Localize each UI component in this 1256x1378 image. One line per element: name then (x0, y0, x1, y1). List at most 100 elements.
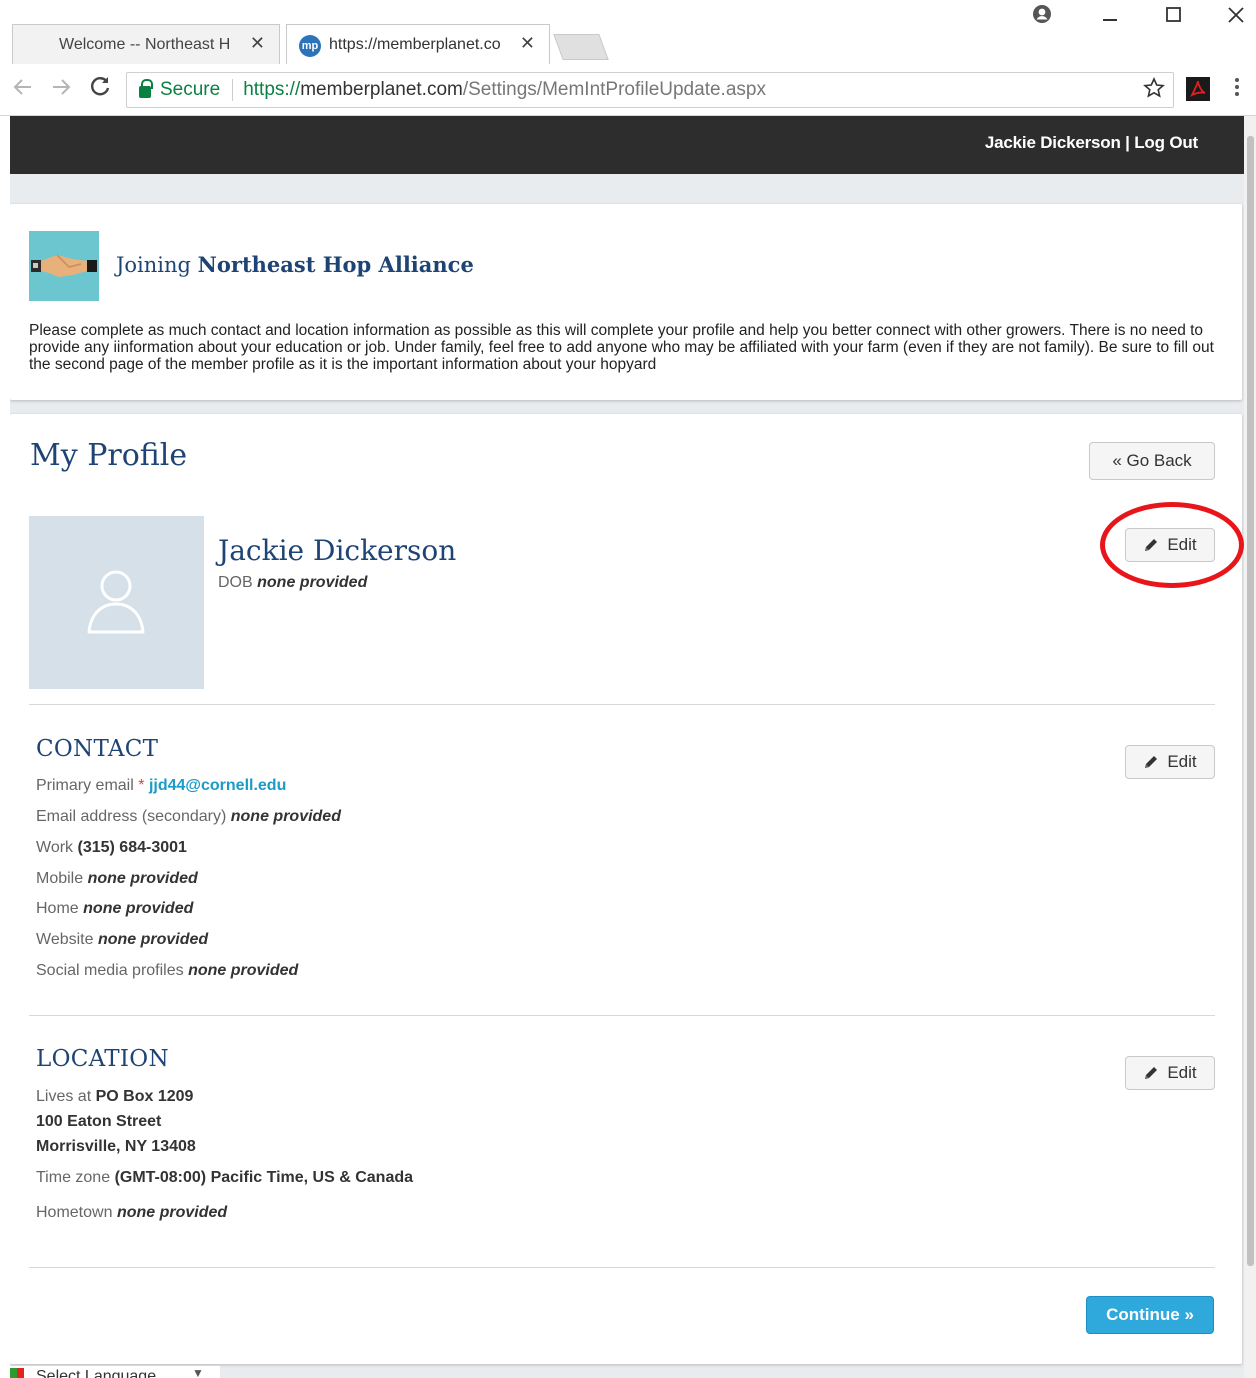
annotation-highlight-circle (1100, 502, 1244, 588)
contact-section-title: CONTACT (36, 736, 159, 762)
tab-title: Welcome -- Northeast H (59, 35, 231, 53)
tab-title: https://memberplanet.co (329, 35, 501, 53)
joining-title: Joining Northeast Hop Alliance (116, 252, 474, 277)
logout-link[interactable]: Log Out (1134, 133, 1198, 152)
new-tab-button[interactable] (553, 34, 609, 60)
mobile-label: Mobile (36, 870, 84, 887)
user-name-link[interactable]: Jackie Dickerson (985, 133, 1121, 152)
lock-icon (139, 79, 153, 98)
forward-arrow-icon[interactable] (50, 76, 72, 104)
language-selector[interactable]: Select Language ▼ (0, 1366, 220, 1378)
user-nav-separator: | (1120, 133, 1135, 152)
tab-welcome[interactable]: Welcome -- Northeast H ✕ (12, 24, 280, 64)
back-arrow-icon[interactable] (12, 76, 34, 104)
joining-card: Joining Northeast Hop Alliance Please co… (10, 204, 1242, 400)
url-host: memberplanet.com (300, 79, 463, 100)
joining-prefix: Joining (116, 253, 198, 277)
mobile-value: none provided (87, 870, 198, 887)
home-phone-row: Home none provided (36, 899, 193, 919)
work-phone-value: (315) 684-3001 (77, 839, 187, 856)
scrollbar-thumb[interactable] (1247, 136, 1254, 1266)
address-line-2-row: 100 Eaton Street (36, 1112, 161, 1132)
website-row: Website none provided (36, 930, 208, 950)
section-divider (29, 1015, 1215, 1016)
hometown-value: none provided (116, 1204, 228, 1221)
home-phone-value: none provided (83, 900, 194, 917)
secondary-email-value: none provided (230, 808, 341, 825)
profile-name: Jackie Dickerson (218, 534, 457, 567)
user-placeholder-icon (87, 570, 145, 634)
joining-description: Please complete as much contact and loca… (29, 322, 1214, 373)
required-mark: * (138, 777, 145, 794)
minimize-icon[interactable] (1090, 4, 1130, 30)
page-viewport: Jackie Dickerson | Log Out Joining North… (10, 116, 1244, 1378)
tab-close-icon[interactable]: ✕ (520, 33, 535, 54)
language-label: Select Language (36, 1368, 157, 1378)
timezone-row: Time zone (GMT-08:00) Pacific Time, US &… (36, 1168, 413, 1188)
secure-label: Secure (160, 79, 221, 100)
continue-button[interactable]: Continue » (1086, 1296, 1214, 1334)
address-line-1: PO Box 1209 (95, 1088, 194, 1105)
address-line-2: 100 Eaton Street (36, 1113, 162, 1130)
pdf-icon[interactable] (1186, 77, 1210, 101)
omnibox-separator (232, 79, 234, 101)
hometown-row: Hometown none provided (36, 1203, 227, 1223)
primary-email-row: Primary email * jjd44@cornell.edu (36, 776, 286, 796)
pencil-icon (1143, 754, 1159, 770)
section-divider (29, 704, 1215, 705)
menu-icon[interactable] (1234, 76, 1240, 104)
website-label: Website (36, 931, 94, 948)
page-title: My Profile (30, 438, 188, 473)
work-phone-row: Work (315) 684-3001 (36, 838, 187, 858)
section-divider (29, 1267, 1215, 1268)
site-top-bar: Jackie Dickerson | Log Out (10, 116, 1244, 174)
url-text[interactable]: https://memberplanet.com/Settings/MemInt… (243, 79, 766, 101)
flag-icon (10, 1368, 24, 1378)
timezone-value: (GMT-08:00) Pacific Time, US & Canada (114, 1169, 414, 1186)
primary-email-link[interactable]: jjd44@cornell.edu (149, 777, 286, 794)
social-media-label: Social media profiles (36, 962, 184, 979)
secondary-email-label: Email address (secondary) (36, 808, 227, 825)
memberplanet-favicon-icon: mp (299, 35, 321, 57)
timezone-label: Time zone (36, 1169, 111, 1186)
edit-contact-button[interactable]: Edit (1125, 745, 1215, 779)
dropdown-arrow-icon: ▼ (192, 1366, 204, 1378)
star-icon[interactable] (1143, 77, 1165, 105)
edit-label: Edit (1167, 752, 1197, 771)
tab-close-icon[interactable]: ✕ (250, 33, 265, 54)
url-path: /Settings/MemIntProfileUpdate.aspx (462, 79, 766, 100)
tab-memberplanet[interactable]: mp https://memberplanet.co ✕ (286, 24, 550, 64)
address-line-3: Morrisville, NY 13408 (36, 1138, 196, 1155)
browser-tab-strip: Welcome -- Northeast H ✕ mp https://memb… (0, 0, 1256, 64)
address-bar[interactable]: Secure https://memberplanet.com/Settings… (126, 72, 1174, 108)
account-icon[interactable] (1022, 4, 1062, 30)
social-media-row: Social media profiles none provided (36, 961, 298, 981)
url-scheme: https:// (243, 79, 301, 100)
dob-label: DOB (218, 574, 253, 591)
mobile-row: Mobile none provided (36, 869, 198, 889)
close-window-icon[interactable] (1216, 4, 1256, 30)
profile-dob: DOB none provided (218, 574, 367, 592)
primary-email-label: Primary email (36, 777, 134, 794)
reload-icon[interactable] (88, 74, 112, 105)
social-media-value: none provided (188, 962, 299, 979)
page-scrollbar[interactable] (1244, 116, 1256, 1378)
edit-label: Edit (1167, 1063, 1197, 1082)
edit-location-button[interactable]: Edit (1125, 1056, 1215, 1090)
location-section-title: LOCATION (36, 1046, 169, 1072)
hometown-label: Hometown (36, 1204, 113, 1221)
home-phone-label: Home (36, 900, 79, 917)
work-phone-label: Work (36, 839, 74, 856)
lives-at-label: Lives at (36, 1088, 92, 1105)
maximize-icon[interactable] (1154, 4, 1194, 30)
user-nav: Jackie Dickerson | Log Out (985, 133, 1198, 153)
browser-toolbar: Secure https://memberplanet.com/Settings… (0, 64, 1256, 116)
dob-value: none provided (257, 574, 368, 591)
address-line-3-row: Morrisville, NY 13408 (36, 1137, 196, 1157)
website-value: none provided (97, 931, 209, 948)
go-back-button[interactable]: « Go Back (1089, 442, 1215, 480)
pencil-icon (1143, 1065, 1159, 1081)
handshake-icon (29, 231, 99, 301)
avatar[interactable] (29, 516, 204, 689)
address-row: Lives at PO Box 1209 (36, 1087, 193, 1107)
